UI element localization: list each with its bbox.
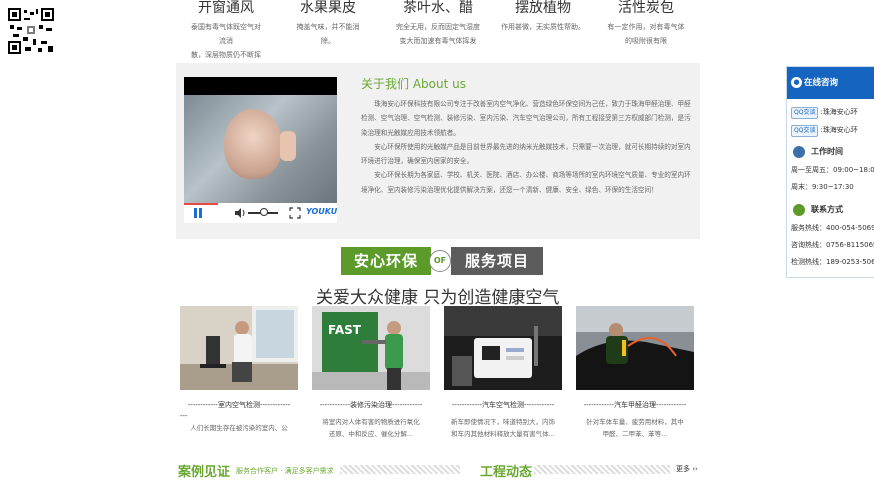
- video-thumbnail-hand: [280, 131, 296, 161]
- svg-text:FAST: FAST: [328, 323, 362, 337]
- consult-header-title: 在线咨询: [804, 78, 839, 88]
- service-desc: 和车内其他材料释放大量有害气体...: [451, 430, 555, 438]
- service-desc: 针对车体车量、疲劳用材料，其中: [586, 418, 684, 426]
- service-title[interactable]: ------------室内空气检测------------: [180, 400, 298, 410]
- more-link[interactable]: 更多 ››: [676, 464, 698, 474]
- slogan: 关爱大众健康 只为创造健康空气: [316, 288, 560, 308]
- qq-contact-name[interactable]: 珠海安心环: [823, 126, 858, 134]
- consult-sidebar: ● 在线咨询 QQ交谈:珠海安心环 QQ交谈:珠海安心环 工作时间 周一至周五：…: [786, 66, 874, 278]
- service-card[interactable]: ------------室内空气检测------------ --- 人们长期生…: [180, 306, 298, 434]
- service-image-renovation[interactable]: FAST: [312, 306, 430, 390]
- video-progress[interactable]: [184, 203, 218, 205]
- tip-item: 摆放植物 作用甚微，无实质性帮助。: [500, 0, 586, 34]
- qr-code: [8, 8, 54, 54]
- contact-heading: 联系方式: [787, 200, 874, 220]
- hours-line: 周末：9:30~17:30: [791, 183, 854, 191]
- service-title[interactable]: ------------汽车甲醛治理------------: [576, 400, 694, 410]
- news-heading[interactable]: 工程动态: [480, 461, 532, 480]
- heading-decoration: [340, 465, 460, 474]
- service-desc: 将室内对人体有害的物质进行氧化: [322, 418, 420, 426]
- video-player[interactable]: YOUKU: [184, 77, 337, 223]
- about-title: 关于我们 About us: [361, 77, 466, 91]
- tip-item: 水果果皮 掩盖气味，并不能消除。: [290, 0, 366, 48]
- service-title-tail: ---: [180, 412, 188, 420]
- about-text: 珠海安心环保科技有限公司专注于改善室内空气净化、营造绿色环保空间为己任，致力于珠…: [361, 97, 693, 197]
- volume-handle[interactable]: [260, 208, 268, 216]
- qq-penguin-icon: ●: [791, 77, 802, 88]
- contact-line: 咨询热线：0756-8115069: [791, 241, 874, 249]
- hours-heading: 工作时间: [787, 142, 874, 162]
- tip-item: 活性炭包 有一定作用，对有毒气体 的吸附很有限: [604, 0, 688, 48]
- case-heading[interactable]: 案例见证: [178, 461, 230, 480]
- service-image-indoor[interactable]: [180, 306, 298, 390]
- service-image-car-detect[interactable]: [444, 306, 562, 390]
- about-paragraph: 安心环保长期为各家庭、学校、机关、医院、酒店、办公楼、商场等场所的室内环境空气质…: [361, 171, 691, 194]
- contact-line: 检测热线：189-0253-5069: [791, 258, 874, 266]
- service-title[interactable]: ------------汽车空气检测------------: [444, 400, 562, 410]
- video-thumbnail-child: [224, 109, 282, 179]
- contact-title: 联系方式: [811, 205, 843, 214]
- youku-logo[interactable]: YOUKU: [306, 207, 337, 216]
- service-image-car-formaldehyde[interactable]: [576, 306, 694, 390]
- service-card[interactable]: FAST ------------装修污染治理------------ 将室内对…: [312, 306, 430, 440]
- hours-line: 周一至周五：09:00~18:00: [791, 166, 874, 174]
- tip-desc: 掩盖气味，并不能消除。: [296, 23, 360, 45]
- qq-contact-name[interactable]: 珠海安心环: [823, 108, 858, 116]
- case-subheading: 服务合作客户 · 满足多客户需求: [236, 467, 334, 475]
- service-desc: 人们长期生存在被污染的室内、公: [190, 424, 288, 432]
- video-controls: YOUKU: [184, 203, 337, 223]
- heading-decoration: [534, 465, 670, 474]
- contact-line: 服务热线：400-054-5069: [791, 224, 874, 232]
- more-link-label: 更多: [676, 465, 690, 473]
- fullscreen-icon[interactable]: [289, 207, 301, 219]
- qq-contact-row[interactable]: QQ交谈:珠海安心环: [787, 105, 874, 120]
- hours-title: 工作时间: [811, 147, 843, 156]
- service-card[interactable]: ------------汽车空气检测------------ 新车即使情况下，味…: [444, 306, 562, 440]
- tip-desc: 变大而加速有毒气体挥发: [399, 37, 477, 45]
- about-paragraph: 安心环保所使用的光触媒产品是目前世界最先进的纳米光触媒技术，只需要一次治理，就可…: [361, 142, 691, 166]
- tip-desc: 的吸附很有限: [625, 37, 667, 45]
- service-desc: 新车即使情况下，味道特别大，内饰: [451, 418, 555, 426]
- banner-of-badge: OF: [429, 250, 451, 272]
- services-banner: 安心环保 OF 服务项目: [341, 247, 543, 275]
- tip-title: 水果果皮: [300, 0, 356, 16]
- service-title[interactable]: ------------装修污染治理------------: [312, 400, 430, 410]
- qq-contact-row[interactable]: QQ交谈:珠海安心环: [787, 123, 874, 138]
- tip-desc: 有一定作用，对有毒气体: [607, 23, 685, 31]
- video-frame[interactable]: [184, 95, 337, 203]
- chevron-right-icon: ››: [692, 465, 698, 473]
- pause-icon[interactable]: [192, 207, 204, 219]
- tip-title: 摆放植物: [515, 0, 571, 16]
- consult-header: ● 在线咨询: [787, 67, 874, 99]
- tip-desc: 泰国有毒气体既空气对流消: [191, 23, 261, 45]
- clock-icon: [793, 146, 805, 158]
- tip-title: 开窗通风: [198, 0, 254, 16]
- about-paragraph: 珠海安心环保科技有限公司专注于改善室内空气净化、营造绿色环保空间为己任，致力于珠…: [361, 100, 691, 137]
- volume-icon[interactable]: [234, 207, 246, 219]
- tip-title: 活性炭包: [618, 0, 674, 16]
- tip-item: 茶叶水、醋 完全无用，反而固定气湿度 变大而加速有毒气体挥发: [395, 0, 481, 48]
- qq-chat-button[interactable]: QQ交谈: [791, 107, 819, 119]
- tip-desc: 完全无用，反而固定气湿度: [396, 23, 480, 31]
- tip-desc: 作用甚微，无实质性帮助。: [501, 23, 585, 31]
- service-card[interactable]: ------------汽车甲醛治理------------ 针对车体车量、疲劳…: [576, 306, 694, 440]
- service-desc: 甲醛、二甲苯、苯等...: [602, 430, 668, 438]
- contact-icon: [793, 204, 805, 216]
- service-desc: 还原、中和反应、催化分解...: [328, 430, 414, 438]
- tip-title: 茶叶水、醋: [403, 0, 473, 16]
- qq-chat-button[interactable]: QQ交谈: [791, 125, 819, 137]
- banner-left: 安心环保: [341, 247, 431, 275]
- banner-right: 服务项目: [451, 247, 543, 275]
